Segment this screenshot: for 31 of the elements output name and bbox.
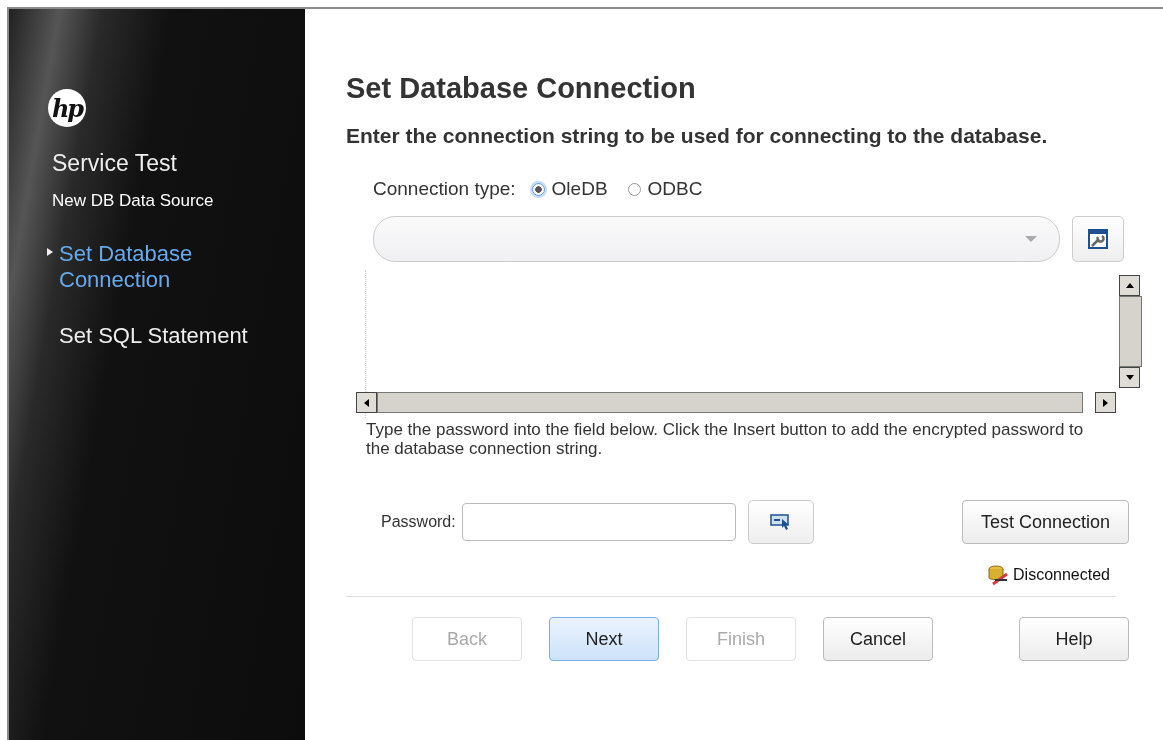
wizard-button[interactable]: Help — [1019, 617, 1129, 661]
password-field[interactable] — [461, 503, 736, 541]
caret-icon — [1025, 236, 1037, 242]
up-arrow-icon — [1125, 283, 1134, 288]
horizontal-scrollbar[interactable] — [356, 392, 1116, 413]
wrench-icon — [1088, 229, 1108, 249]
cursor-icon — [769, 513, 792, 531]
wizard-name: New DB Data Source — [52, 191, 215, 211]
wizard-button[interactable]: Next — [549, 617, 659, 661]
connection-status: Disconnected — [1013, 566, 1110, 584]
vertical-scrollbar[interactable] — [1119, 275, 1142, 388]
radio-button[interactable] — [531, 182, 545, 196]
wizard-step[interactable]: Set Database Connection — [45, 241, 259, 293]
right-arrow-icon — [1103, 398, 1108, 407]
instruction-text: Type the password into the field below. Click the Insert button to add the encrypted password to the database connection string. — [366, 420, 1085, 458]
radio-label[interactable]: ODBC — [647, 178, 703, 200]
product-name: Service Test — [52, 150, 178, 177]
page-subtitle: Enter the connection string to be used for connecting to the database. — [346, 123, 1049, 148]
radio-button[interactable] — [627, 182, 641, 196]
down-arrow-icon — [1125, 375, 1134, 380]
build-connection-button[interactable] — [1072, 216, 1124, 262]
test-connection-button[interactable]: Test Connection — [961, 500, 1129, 544]
wizard-button[interactable]: Cancel — [823, 617, 933, 661]
wizard-step[interactable]: Set SQL Statement — [45, 323, 259, 349]
logo: hp — [48, 89, 86, 127]
left-arrow-icon — [364, 398, 369, 407]
insert-button[interactable] — [747, 500, 814, 544]
radio-label[interactable]: OleDB — [551, 178, 608, 200]
connection-type-label: Connection type: — [373, 178, 516, 200]
password-label: Password: — [381, 513, 456, 531]
page-title: Set Database Connection — [346, 72, 697, 105]
